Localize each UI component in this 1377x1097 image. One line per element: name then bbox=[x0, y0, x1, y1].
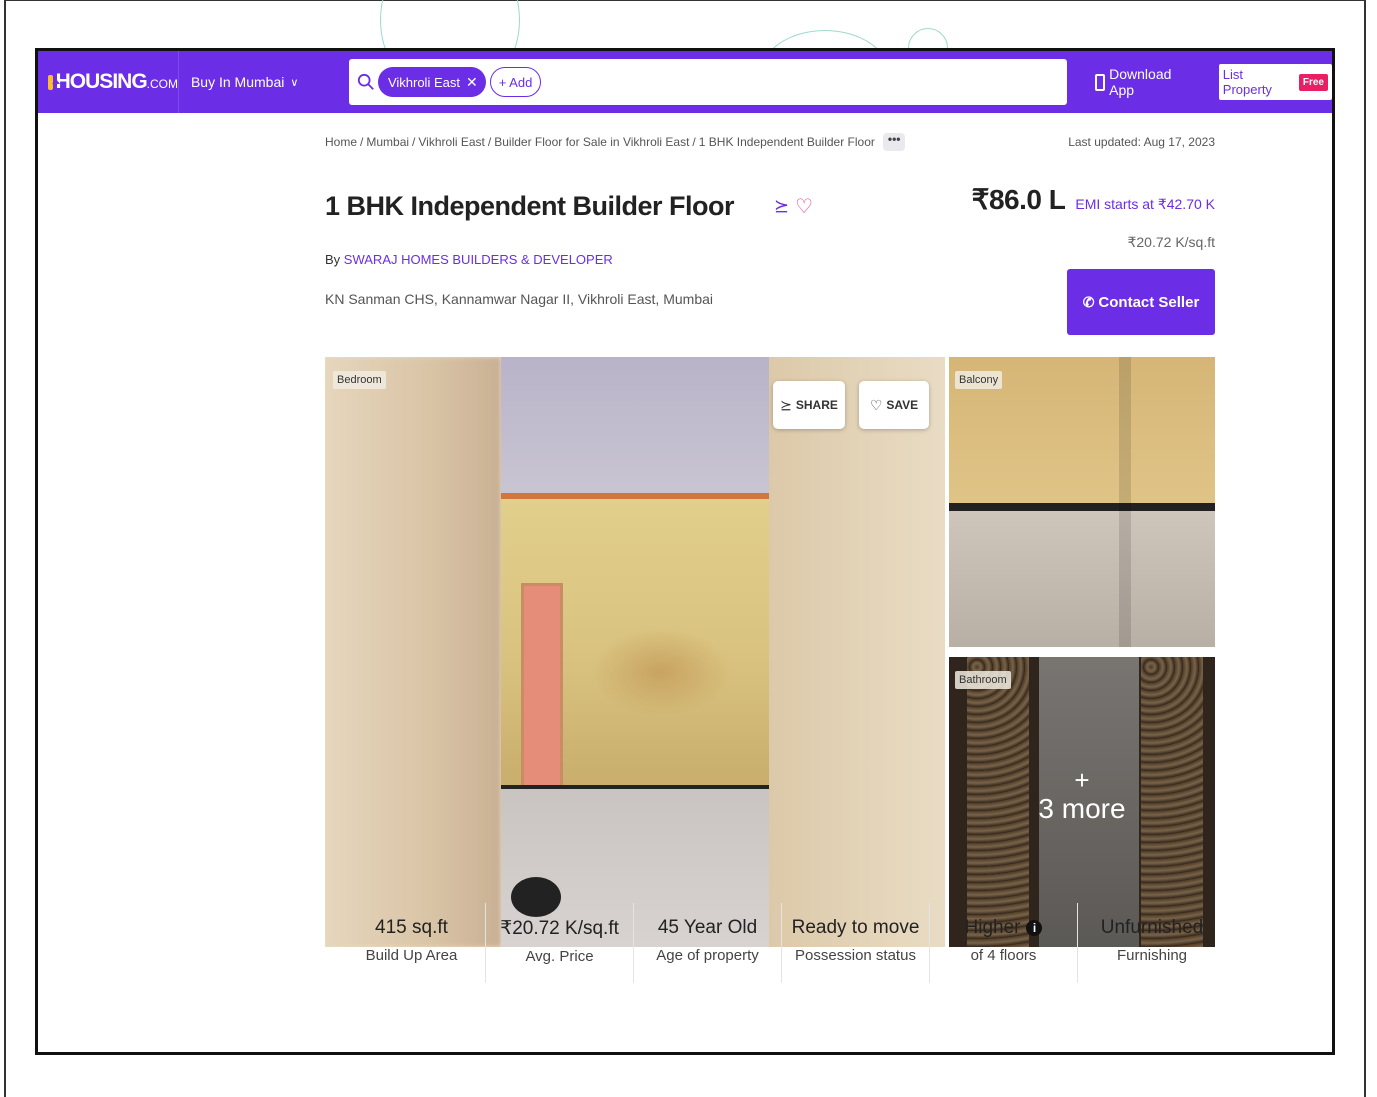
breadcrumb-row: Home / Mumbai / Vikhroli East / Builder Flo… bbox=[325, 133, 1215, 151]
breadcrumb-category[interactable]: Builder Floor for Sale in Vikhroli East bbox=[494, 135, 689, 149]
fact-label: of 4 floors bbox=[970, 947, 1037, 964]
phone-icon bbox=[1095, 73, 1106, 91]
fact-value: Ready to move bbox=[791, 917, 920, 938]
plus-icon: + bbox=[1074, 765, 1090, 795]
search-icon bbox=[357, 73, 374, 90]
contact-seller-button[interactable]: ✆ Contact Seller bbox=[1067, 269, 1215, 335]
fact-value: 415 sq.ft bbox=[375, 917, 448, 938]
bedroom-image bbox=[501, 357, 769, 947]
breadcrumb-locality[interactable]: Vikhroli East bbox=[418, 135, 484, 149]
title-row: 1 BHK Independent Builder Floor ⪰ ♡ bbox=[325, 191, 813, 222]
fact-floor: Higher i of 4 floors bbox=[930, 903, 1078, 983]
logo-suffix: .COM bbox=[146, 77, 178, 91]
save-button[interactable]: ♡ SAVE bbox=[859, 381, 929, 429]
fact-value: Unfurnished bbox=[1100, 917, 1204, 938]
seller-link[interactable]: SWARAJ HOMES BUILDERS & DEVELOPER bbox=[344, 252, 613, 267]
chevron-down-icon: ∨ bbox=[290, 76, 299, 89]
fact-label: Age of property bbox=[656, 947, 759, 964]
balcony-photo[interactable]: Balcony bbox=[949, 357, 1215, 647]
logo-text: HOUSING bbox=[55, 70, 148, 93]
more-photos-count: 3 more bbox=[1038, 793, 1126, 824]
more-options-button[interactable]: ••• bbox=[882, 133, 906, 151]
share-button[interactable]: ⪰ SHARE bbox=[773, 381, 845, 429]
list-property-label: List Property bbox=[1222, 67, 1272, 97]
download-app-label: Download App bbox=[1109, 66, 1172, 98]
download-app-button[interactable]: Download App bbox=[1095, 66, 1196, 98]
top-navbar: HOUSING.COM Buy In Mumbai ∨ Vikhroli Eas… bbox=[38, 51, 1332, 113]
property-facts: 415 sq.ft Build Up Area ₹20.72 K/sq.ft A… bbox=[338, 903, 1238, 983]
fact-value: Higher bbox=[964, 917, 1021, 938]
share-icon: ⪰ bbox=[780, 396, 792, 413]
location-chip-label: Vikhroli East bbox=[387, 74, 460, 90]
browser-screenshot: HOUSING.COM Buy In Mumbai ∨ Vikhroli Eas… bbox=[35, 48, 1335, 1055]
fact-build-up-area: 415 sq.ft Build Up Area bbox=[338, 903, 486, 983]
search-bar[interactable]: Vikhroli East ✕ + Add bbox=[348, 59, 1068, 105]
fact-furnishing: Unfurnished Furnishing bbox=[1078, 903, 1226, 983]
breadcrumb-home[interactable]: Home bbox=[325, 135, 357, 149]
fact-possession: Ready to move Possession status bbox=[782, 903, 930, 983]
contact-seller-label: Contact Seller bbox=[1098, 293, 1200, 311]
more-photos-overlay[interactable]: + 3 more bbox=[949, 767, 1215, 825]
free-badge: Free bbox=[1298, 73, 1328, 91]
close-icon[interactable]: ✕ bbox=[466, 74, 478, 91]
city-label: Buy In Mumbai bbox=[190, 74, 285, 90]
fact-label: Avg. Price bbox=[525, 948, 594, 965]
heart-icon: ♡ bbox=[869, 396, 883, 413]
add-location-button[interactable]: + Add bbox=[489, 67, 542, 97]
list-property-button[interactable]: List Property Free bbox=[1218, 64, 1332, 100]
info-icon[interactable]: i bbox=[1026, 919, 1043, 936]
address: KN Sanman CHS, Kannamwar Nagar II, Vikhr… bbox=[325, 291, 714, 307]
fact-age: 45 Year Old Age of property bbox=[634, 903, 782, 983]
background-decoration bbox=[380, 0, 980, 52]
share-icon[interactable]: ⪰ bbox=[774, 196, 789, 217]
housing-logo[interactable]: HOUSING.COM bbox=[38, 51, 178, 113]
heart-icon[interactable]: ♡ bbox=[795, 194, 813, 219]
photo-gallery: Bedroom ⪰ SHARE ♡ SAVE Balcony Bathroom … bbox=[325, 357, 1215, 947]
breadcrumb-current: 1 BHK Independent Builder Floor bbox=[698, 135, 875, 149]
fact-label: Furnishing bbox=[1116, 947, 1188, 964]
page-title: 1 BHK Independent Builder Floor bbox=[325, 191, 735, 221]
share-label: SHARE bbox=[795, 398, 838, 412]
main-photo[interactable]: Bedroom ⪰ SHARE ♡ SAVE bbox=[325, 357, 945, 947]
last-updated: Last updated: Aug 17, 2023 bbox=[1068, 135, 1215, 149]
fact-value: 45 Year Old bbox=[657, 917, 758, 938]
emi-link[interactable]: EMI starts at ₹42.70 K bbox=[1075, 196, 1215, 213]
price-block: ₹86.0 L EMI starts at ₹42.70 K ₹20.72 K/… bbox=[972, 183, 1215, 251]
by-prefix: By bbox=[325, 252, 341, 267]
breadcrumb-city[interactable]: Mumbai bbox=[366, 135, 409, 149]
photo-tag-bedroom: Bedroom bbox=[333, 371, 386, 389]
fact-label: Build Up Area bbox=[365, 947, 458, 964]
city-dropdown[interactable]: Buy In Mumbai ∨ bbox=[179, 51, 349, 113]
price: ₹86.0 L bbox=[971, 184, 1066, 215]
logo-mark-icon bbox=[48, 74, 60, 90]
call-icon: ✆ bbox=[1082, 293, 1095, 310]
photo-tag-balcony: Balcony bbox=[955, 371, 1003, 389]
price-per-sqft: ₹20.72 K/sq.ft bbox=[1127, 234, 1215, 250]
save-label: SAVE bbox=[886, 398, 919, 412]
seller-line: By SWARAJ HOMES BUILDERS & DEVELOPER bbox=[325, 252, 613, 267]
fact-avg-price: ₹20.72 K/sq.ft Avg. Price bbox=[486, 903, 634, 983]
photo-tag-bathroom: Bathroom bbox=[955, 671, 1011, 689]
location-chip[interactable]: Vikhroli East ✕ bbox=[377, 67, 486, 97]
breadcrumb: Home / Mumbai / Vikhroli East / Builder Flo… bbox=[325, 133, 906, 151]
add-location-label: + Add bbox=[498, 74, 533, 90]
fact-label: Possession status bbox=[795, 947, 916, 964]
fact-value: ₹20.72 K/sq.ft bbox=[500, 918, 619, 939]
